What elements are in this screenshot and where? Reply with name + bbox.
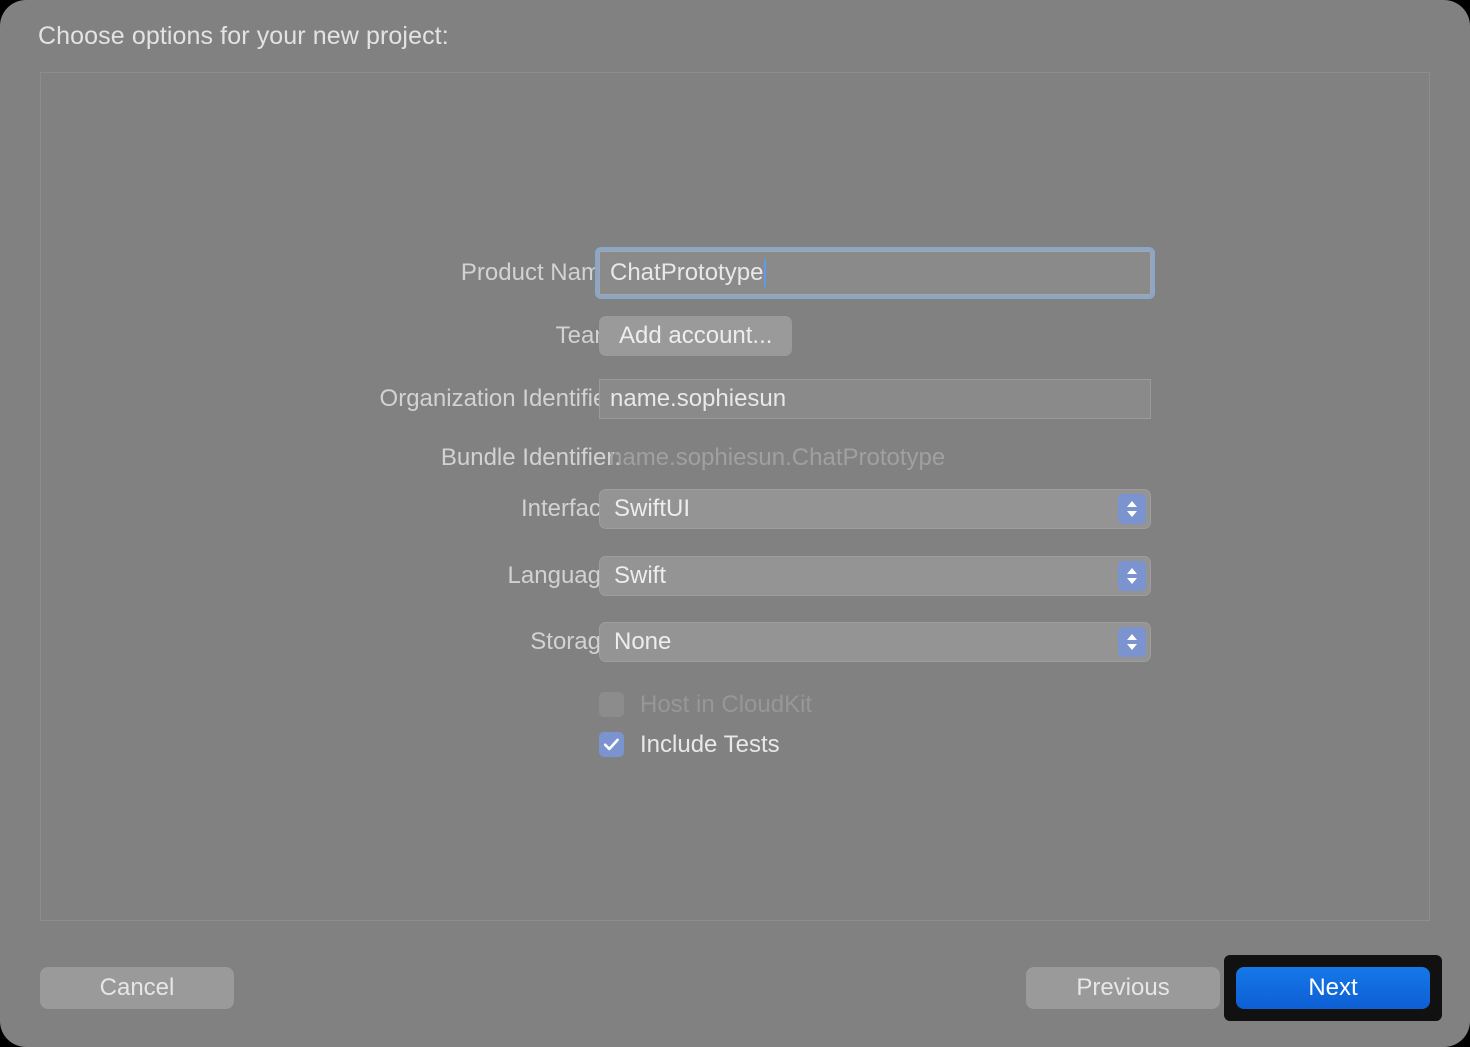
include-tests-row[interactable]: Include Tests [599,732,780,757]
chevron-up-down-icon [1118,627,1146,657]
organization-identifier-label: Organization Identifier: [379,385,621,412]
chevron-up-down-icon [1118,561,1146,591]
form-row-team: Team: Add account... [41,316,1431,356]
form-row-storage: Storage: None [41,622,1431,662]
storage-label: Storage: [530,628,621,655]
storage-select[interactable]: None [599,622,1151,662]
previous-button[interactable]: Previous [1026,967,1220,1009]
screen: Choose options for your new project: Pro… [0,0,1470,1047]
team-control: Add account... [599,316,793,356]
dialog-action-bar: Cancel Previous Next [0,945,1470,1047]
storage-selected-value: None [614,628,672,655]
include-tests-checkbox[interactable] [599,732,624,757]
new-project-options-dialog: Choose options for your new project: Pro… [0,0,1470,1047]
interface-select[interactable]: SwiftUI [599,489,1151,529]
page-title: Choose options for your new project: [38,22,449,50]
team-label: Team: [555,322,621,349]
bundle-identifier-value: name.sophiesun.ChatPrototype [609,444,946,471]
host-in-cloudkit-label: Host in CloudKit [640,690,813,718]
interface-control: SwiftUI [599,489,1151,529]
form-row-interface: Interface: SwiftUI [41,489,1431,529]
interface-selected-value: SwiftUI [614,495,691,522]
product-name-value: ChatPrototype [610,259,764,286]
storage-control: None [599,622,1151,662]
next-button[interactable]: Next [1236,967,1430,1009]
host-in-cloudkit-checkbox [599,692,624,717]
language-label: Language: [507,562,621,589]
language-control: Swift [599,556,1151,596]
checkmark-icon [603,738,619,751]
organization-identifier-input[interactable]: name.sophiesun [599,379,1151,419]
interface-label: Interface: [520,495,621,522]
add-account-button[interactable]: Add account... [599,316,793,356]
language-select[interactable]: Swift [599,556,1151,596]
product-name-input[interactable]: ChatPrototype [595,247,1155,299]
form-row-organization-identifier: Organization Identifier: name.sophiesun [41,379,1431,419]
options-content-panel: Product Name: ChatPrototype Team: Add ac… [40,72,1430,921]
host-in-cloudkit-row: Host in CloudKit [599,692,812,717]
bundle-identifier-label: Bundle Identifier: [440,444,621,471]
language-selected-value: Swift [614,562,667,589]
project-options-form: Product Name: ChatPrototype Team: Add ac… [41,73,1431,922]
form-row-bundle-identifier: Bundle Identifier: name.sophiesun.ChatPr… [41,441,1431,475]
bundle-identifier-control: name.sophiesun.ChatPrototype [599,446,945,470]
chevron-up-down-icon [1118,494,1146,524]
product-name-label: Product Name: [460,259,621,286]
form-row-product-name: Product Name: ChatPrototype [41,247,1431,299]
organization-identifier-control: name.sophiesun [599,379,1151,419]
product-name-control: ChatPrototype [595,247,1155,299]
organization-identifier-value: name.sophiesun [610,385,787,412]
cancel-button[interactable]: Cancel [40,967,234,1009]
form-row-language: Language: Swift [41,556,1431,596]
text-caret [764,259,767,287]
include-tests-label: Include Tests [640,730,780,758]
